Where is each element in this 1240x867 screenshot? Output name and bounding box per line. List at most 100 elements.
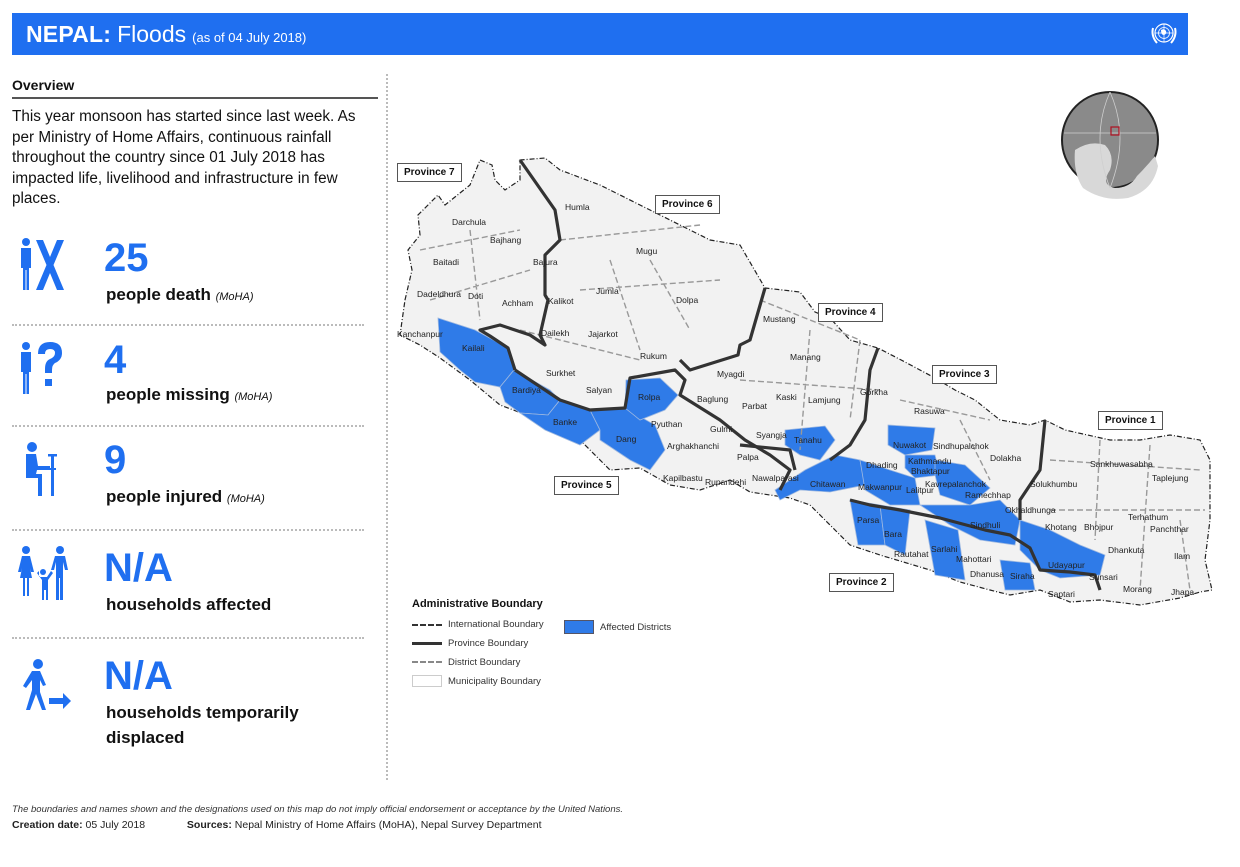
district-label: Dolpa xyxy=(676,295,698,305)
district-label: Sarlahi xyxy=(931,544,958,554)
district-label: Manang xyxy=(790,352,821,362)
map-legend: Administrative Boundary International Bo… xyxy=(412,598,712,698)
stat-value: N/A xyxy=(104,546,173,590)
creation-date: 05 July 2018 xyxy=(85,819,146,831)
district-label: Dailekh xyxy=(541,328,570,338)
district-label: Syangja xyxy=(756,430,787,440)
district-label: Bajura xyxy=(533,257,558,267)
stat-injured: 9 people injured (MoHA) xyxy=(12,436,364,516)
international-boundary-symbol xyxy=(412,618,442,630)
district-label: Kaski xyxy=(776,392,797,402)
district-label: Kapilbastu xyxy=(663,473,703,483)
legend-item: District Boundary xyxy=(412,656,520,668)
sources: Nepal Ministry of Home Affairs (MoHA), N… xyxy=(234,819,542,831)
province-label: Province 2 xyxy=(829,573,894,592)
title-country: NEPAL: xyxy=(26,20,112,47)
district-label: Jhapa xyxy=(1171,587,1194,597)
district-label: Dolakha xyxy=(990,453,1021,463)
footer-meta: Creation date: 05 July 2018 Sources: Nep… xyxy=(12,819,542,831)
legend-item: Affected Districts xyxy=(564,620,671,634)
province-label: Province 4 xyxy=(818,303,883,322)
person-dead-icon xyxy=(21,238,64,290)
overview-text: This year monsoon has started since last… xyxy=(12,108,356,207)
sources-label: Sources: xyxy=(186,819,232,831)
stat-deaths: 25 people death (MoHA) xyxy=(12,232,364,312)
stat-label: households affected xyxy=(106,592,271,617)
district-label: Tanahu xyxy=(794,435,822,445)
stat-households-affected: N/A households affected xyxy=(12,540,364,620)
stat-label-text: people death xyxy=(106,285,211,304)
district-label: Dhankuta xyxy=(1108,545,1145,555)
legend-item: Municipality Boundary xyxy=(412,675,541,687)
district-label: Mugu xyxy=(636,246,658,256)
district-label: Ramechhap xyxy=(965,490,1011,500)
district-label: Kailali xyxy=(462,343,485,353)
province-label: Province 6 xyxy=(655,195,720,214)
disclaimer: The boundaries and names shown and the d… xyxy=(12,804,624,815)
district-label: Gorkha xyxy=(860,387,888,397)
district-label: Dhanusa xyxy=(970,569,1004,579)
district-label: Bhaktapur xyxy=(911,466,950,476)
district-label: Rautahat xyxy=(894,549,929,559)
person-displaced-icon xyxy=(23,659,71,710)
district-label: Kathmandu xyxy=(908,456,952,466)
district-boundary-symbol xyxy=(412,656,442,668)
district-label: Panchthar xyxy=(1150,524,1189,534)
stat-value: 25 xyxy=(104,236,149,280)
district-label: Dadeldhura xyxy=(417,289,461,299)
stat-label: people missing (MoHA) xyxy=(106,382,272,410)
district-label: Rolpa xyxy=(638,392,660,402)
district-label: Baglung xyxy=(697,394,728,404)
district-label: Terhathum xyxy=(1128,512,1168,522)
district-label: Rukum xyxy=(640,351,667,361)
district-label: Bajhang xyxy=(490,235,521,245)
district-label: Saptari xyxy=(1048,589,1075,599)
stat-label: households temporarily displaced xyxy=(106,700,346,750)
stat-households-displaced: N/A households temporarily displaced xyxy=(12,648,364,758)
stat-missing: 4 people missing (MoHA) xyxy=(12,334,364,414)
district-label: Mustang xyxy=(763,314,796,324)
district-label: Ilam xyxy=(1174,551,1190,561)
legend-label: Affected Districts xyxy=(600,621,672,633)
district-label: Sindhuli xyxy=(970,520,1000,530)
district-label: Myagdi xyxy=(717,369,745,379)
province-label: Province 1 xyxy=(1098,411,1163,430)
legend-item: Province Boundary xyxy=(412,637,528,649)
district-label: Bhojpur xyxy=(1084,522,1113,532)
legend-item: International Boundary xyxy=(412,618,544,630)
district-label: Palpa xyxy=(737,452,759,462)
district-label: Sunsari xyxy=(1089,572,1118,582)
stat-value: 9 xyxy=(104,438,127,482)
divider xyxy=(12,529,364,531)
stat-value: 4 xyxy=(104,338,127,382)
stat-label-text: people injured xyxy=(106,487,223,506)
district-label: Darchula xyxy=(452,217,486,227)
district-label: Parsa xyxy=(857,515,879,525)
stat-label-text: people missing xyxy=(106,385,230,404)
district-label: Arghakhanchi xyxy=(667,441,719,451)
district-label: Humla xyxy=(565,202,590,212)
district-label: Pyuthan xyxy=(651,419,682,429)
district-label: Kalikot xyxy=(548,296,574,306)
district-label: Khotang xyxy=(1045,522,1077,532)
stat-source: (MoHA) xyxy=(226,493,265,505)
person-injured-icon xyxy=(26,442,57,496)
district-label: Okhaldhunga xyxy=(1005,505,1056,515)
district-label: Dang xyxy=(616,434,637,444)
legend-label: Municipality Boundary xyxy=(448,675,541,687)
legend-label: District Boundary xyxy=(448,656,521,668)
district-label: Parbat xyxy=(742,401,768,411)
district-label: Kanchanpur xyxy=(397,329,443,339)
stat-source: (MoHA) xyxy=(234,391,273,403)
district-label: Sindhupalchok xyxy=(933,441,990,451)
person-missing-icon xyxy=(21,342,62,394)
district-label: Solukhumbu xyxy=(1030,479,1078,489)
district-label: Nuwakot xyxy=(893,440,927,450)
affected-districts-symbol xyxy=(564,620,594,634)
district-label: Dhading xyxy=(866,460,898,470)
district-label: Siraha xyxy=(1010,571,1035,581)
district-label: Makwanpur xyxy=(858,482,902,492)
stat-label-text: households temporarily displaced xyxy=(106,703,299,747)
district-label: Sankhuwasabha xyxy=(1090,459,1153,469)
district-label: Chitawan xyxy=(810,479,846,489)
